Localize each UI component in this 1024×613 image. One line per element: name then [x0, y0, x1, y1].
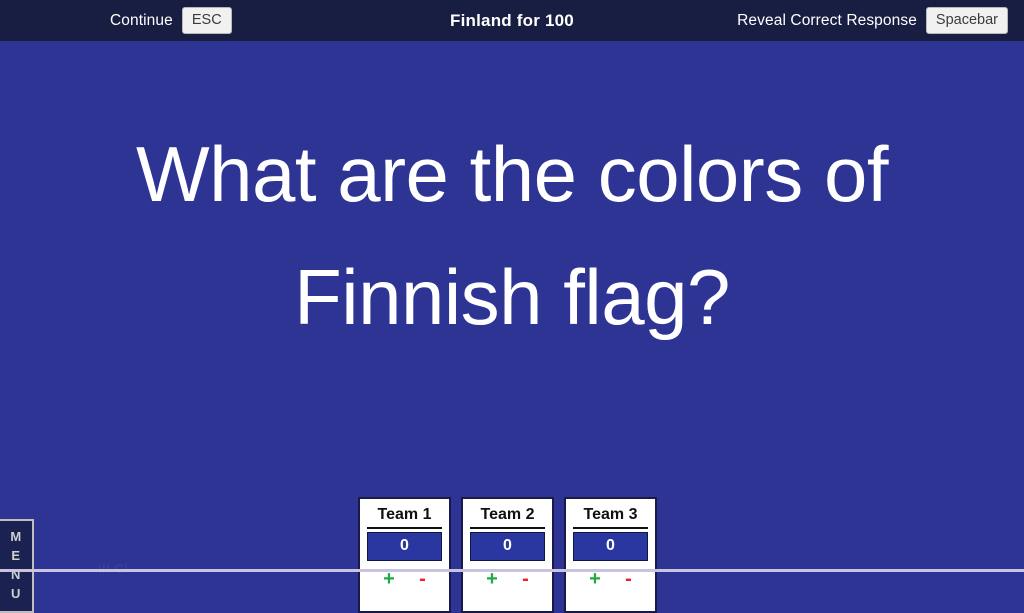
menu-tab-button[interactable]: M E N U [0, 519, 34, 613]
question-text: What are the colors of Finnish flag? [135, 130, 889, 342]
decrement-score-button[interactable]: - [522, 569, 529, 589]
menu-letter-u: U [11, 585, 21, 601]
decrement-score-button[interactable]: - [419, 569, 426, 589]
esc-key-button[interactable]: ESC [181, 6, 232, 35]
increment-score-button[interactable]: + [589, 569, 601, 589]
menu-letter-e: E [11, 548, 21, 564]
team-score: 0 [470, 532, 545, 561]
continue-control[interactable]: Continue ESC [110, 0, 232, 41]
team-score: 0 [573, 532, 648, 561]
menu-letter-m: M [10, 529, 22, 545]
team-name: Team 1 [367, 506, 442, 529]
decrement-score-button[interactable]: - [625, 569, 632, 589]
increment-score-button[interactable]: + [486, 569, 498, 589]
team-card: Team 2 0 + - [461, 497, 554, 613]
team-scoreboard: Team 1 0 + - Team 2 0 + - Team 3 0 + - [358, 497, 657, 613]
team-score-controls: + - [367, 569, 442, 589]
top-toolbar: Continue ESC Finland for 100 Reveal Corr… [0, 0, 1024, 41]
team-card: Team 3 0 + - [564, 497, 657, 613]
spacebar-key-button[interactable]: Spacebar [925, 6, 1008, 35]
team-score: 0 [367, 532, 442, 561]
team-name: Team 2 [470, 506, 545, 529]
reveal-correct-response-control[interactable]: Reveal Correct Response Spacebar [737, 0, 1008, 41]
continue-label: Continue [110, 11, 173, 29]
reveal-label: Reveal Correct Response [737, 11, 917, 29]
team-score-controls: + - [470, 569, 545, 589]
question-stage[interactable]: What are the colors of Finnish flag? ill… [0, 41, 1024, 613]
team-card: Team 1 0 + - [358, 497, 451, 613]
team-name: Team 3 [573, 506, 648, 529]
team-score-controls: + - [573, 569, 648, 589]
increment-score-button[interactable]: + [383, 569, 395, 589]
